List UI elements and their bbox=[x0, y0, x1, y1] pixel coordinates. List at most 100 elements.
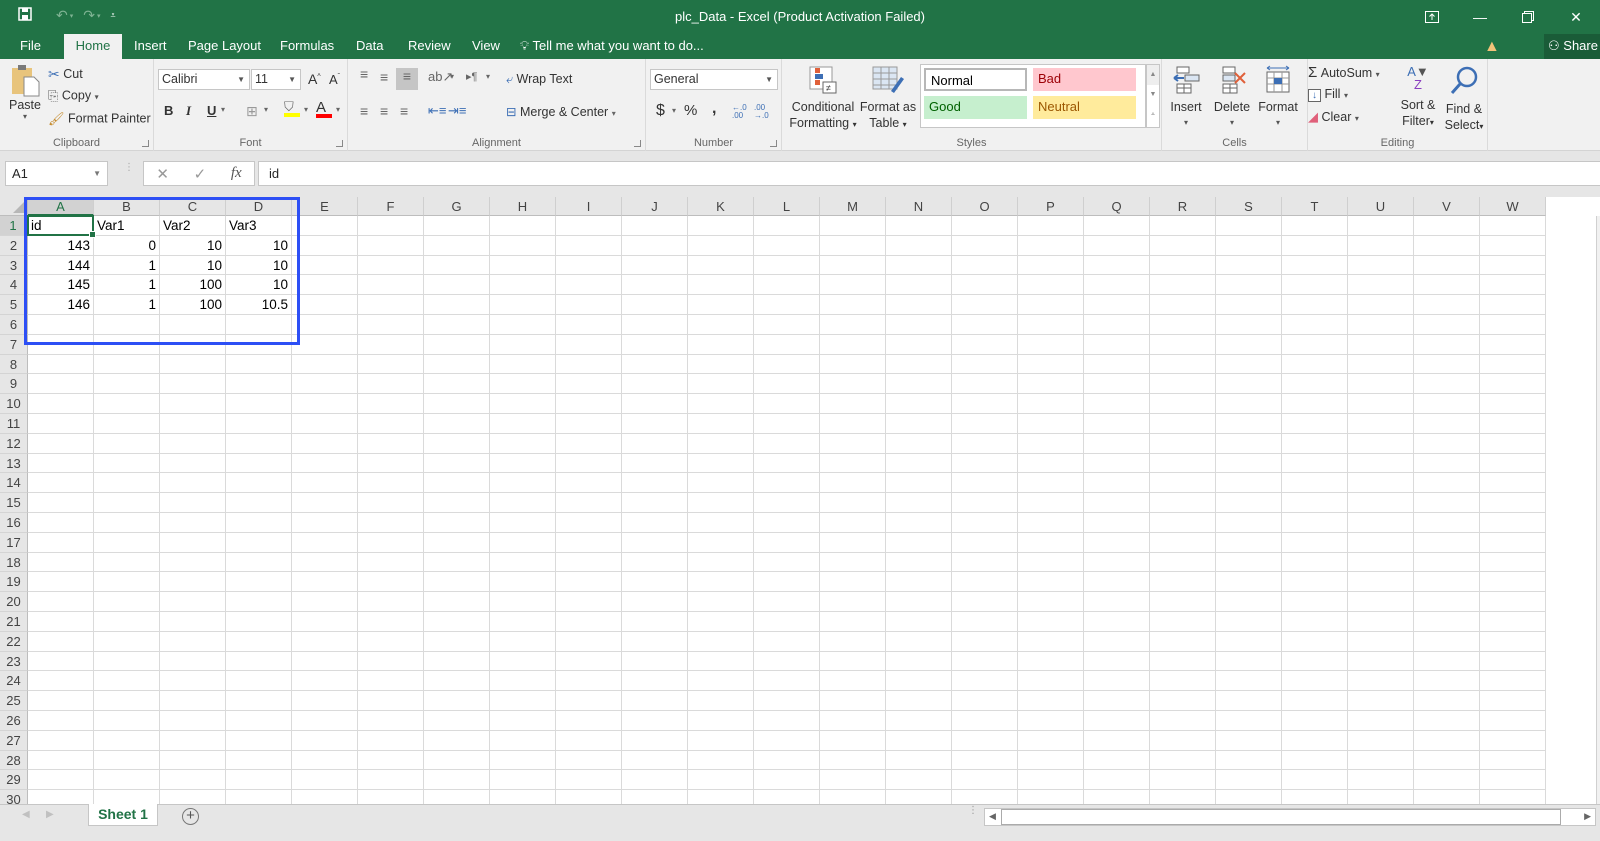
cell-K9[interactable] bbox=[688, 374, 754, 395]
cell-V21[interactable] bbox=[1414, 612, 1480, 632]
cell-M24[interactable] bbox=[820, 671, 886, 692]
borders-dropdown-icon[interactable]: ▾ bbox=[264, 105, 268, 114]
cell-M4[interactable] bbox=[820, 275, 886, 296]
cell-A18[interactable] bbox=[28, 552, 94, 573]
cell-G25[interactable] bbox=[424, 691, 490, 711]
cell-N14[interactable] bbox=[886, 473, 952, 494]
cell-C5[interactable]: 100 bbox=[160, 295, 226, 315]
cell-T28[interactable] bbox=[1282, 750, 1348, 771]
vertical-scrollbar[interactable] bbox=[1596, 216, 1600, 804]
cell-I11[interactable] bbox=[556, 414, 622, 434]
formula-bar-resize-handle[interactable]: ⋮ bbox=[124, 163, 134, 173]
cell-T20[interactable] bbox=[1282, 592, 1348, 612]
row-header-11[interactable]: 11 bbox=[0, 414, 28, 434]
cell-G24[interactable] bbox=[424, 671, 490, 692]
cell-D24[interactable] bbox=[226, 671, 292, 692]
cell-Q1[interactable] bbox=[1084, 216, 1150, 236]
decrease-indent-icon[interactable]: ⇤≡ bbox=[428, 103, 446, 119]
row-header-2[interactable]: 2 bbox=[0, 235, 28, 256]
cell-D7[interactable] bbox=[226, 334, 292, 355]
cell-F6[interactable] bbox=[358, 315, 424, 335]
cell-E1[interactable] bbox=[292, 216, 358, 236]
sheet-prev-icon[interactable]: ◀ bbox=[22, 809, 30, 820]
cell-P4[interactable] bbox=[1018, 275, 1084, 296]
restore-icon[interactable] bbox=[1504, 0, 1552, 34]
cell-P17[interactable] bbox=[1018, 532, 1084, 553]
cell-B24[interactable] bbox=[94, 671, 160, 692]
cell-T21[interactable] bbox=[1282, 612, 1348, 632]
cell-E9[interactable] bbox=[292, 374, 358, 395]
cell-T6[interactable] bbox=[1282, 315, 1348, 335]
cell-Q7[interactable] bbox=[1084, 334, 1150, 355]
cell-F11[interactable] bbox=[358, 414, 424, 434]
cell-N3[interactable] bbox=[886, 255, 952, 276]
cancel-icon[interactable]: ✕ bbox=[156, 165, 169, 183]
cell-F1[interactable] bbox=[358, 216, 424, 236]
cell-A17[interactable] bbox=[28, 532, 94, 553]
cell-J16[interactable] bbox=[622, 513, 688, 533]
cell-U21[interactable] bbox=[1348, 612, 1414, 632]
cell-J30[interactable] bbox=[622, 790, 688, 804]
cell-A19[interactable] bbox=[28, 572, 94, 593]
cell-I24[interactable] bbox=[556, 671, 622, 692]
cell-K4[interactable] bbox=[688, 275, 754, 296]
cell-G5[interactable] bbox=[424, 295, 490, 315]
cell-P30[interactable] bbox=[1018, 790, 1084, 804]
cell-A16[interactable] bbox=[28, 513, 94, 533]
cell-J7[interactable] bbox=[622, 334, 688, 355]
row-header-27[interactable]: 27 bbox=[0, 730, 28, 751]
sort-filter-button[interactable]: A▼ Z Sort & Filter▾ bbox=[1396, 65, 1440, 131]
warning-icon[interactable]: ▲ bbox=[1484, 38, 1500, 56]
cell-S10[interactable] bbox=[1216, 394, 1282, 414]
cell-W2[interactable] bbox=[1480, 235, 1546, 256]
cell-B4[interactable]: 1 bbox=[94, 275, 160, 296]
ribbon-display-options-icon[interactable] bbox=[1408, 0, 1456, 34]
cell-R16[interactable] bbox=[1150, 513, 1216, 533]
cell-F14[interactable] bbox=[358, 473, 424, 494]
cell-O9[interactable] bbox=[952, 374, 1018, 395]
row-header-26[interactable]: 26 bbox=[0, 711, 28, 731]
cell-S7[interactable] bbox=[1216, 334, 1282, 355]
cell-T19[interactable] bbox=[1282, 572, 1348, 593]
cell-A20[interactable] bbox=[28, 592, 94, 612]
cell-N4[interactable] bbox=[886, 275, 952, 296]
cell-U17[interactable] bbox=[1348, 532, 1414, 553]
cell-U22[interactable] bbox=[1348, 631, 1414, 652]
cell-K11[interactable] bbox=[688, 414, 754, 434]
cell-H22[interactable] bbox=[490, 631, 556, 652]
cell-I9[interactable] bbox=[556, 374, 622, 395]
italic-button[interactable]: I bbox=[186, 103, 191, 119]
cell-J27[interactable] bbox=[622, 730, 688, 751]
cell-F4[interactable] bbox=[358, 275, 424, 296]
cell-P25[interactable] bbox=[1018, 691, 1084, 711]
cell-G8[interactable] bbox=[424, 354, 490, 375]
cell-B19[interactable] bbox=[94, 572, 160, 593]
cell-C30[interactable] bbox=[160, 790, 226, 804]
cell-W23[interactable] bbox=[1480, 651, 1546, 672]
cell-W28[interactable] bbox=[1480, 750, 1546, 771]
cell-O15[interactable] bbox=[952, 493, 1018, 513]
sheet-tab-sheet-1[interactable]: Sheet 1 bbox=[88, 804, 158, 826]
cell-S2[interactable] bbox=[1216, 235, 1282, 256]
cell-H6[interactable] bbox=[490, 315, 556, 335]
cell-V9[interactable] bbox=[1414, 374, 1480, 395]
cell-R12[interactable] bbox=[1150, 433, 1216, 454]
cell-M30[interactable] bbox=[820, 790, 886, 804]
align-left-icon[interactable]: ≡ bbox=[360, 103, 368, 119]
number-launcher-icon[interactable] bbox=[770, 140, 777, 147]
cell-M25[interactable] bbox=[820, 691, 886, 711]
cell-H10[interactable] bbox=[490, 394, 556, 414]
cell-J28[interactable] bbox=[622, 750, 688, 771]
cell-N6[interactable] bbox=[886, 315, 952, 335]
style-good[interactable]: Good bbox=[924, 96, 1027, 119]
cell-C27[interactable] bbox=[160, 730, 226, 751]
cell-B9[interactable] bbox=[94, 374, 160, 395]
font-color-dropdown-icon[interactable]: ▾ bbox=[336, 105, 340, 114]
cell-L12[interactable] bbox=[754, 433, 820, 454]
cell-F8[interactable] bbox=[358, 354, 424, 375]
column-header-U[interactable]: U bbox=[1348, 197, 1414, 216]
cell-K5[interactable] bbox=[688, 295, 754, 315]
cell-P26[interactable] bbox=[1018, 711, 1084, 731]
cell-O22[interactable] bbox=[952, 631, 1018, 652]
cell-L19[interactable] bbox=[754, 572, 820, 593]
